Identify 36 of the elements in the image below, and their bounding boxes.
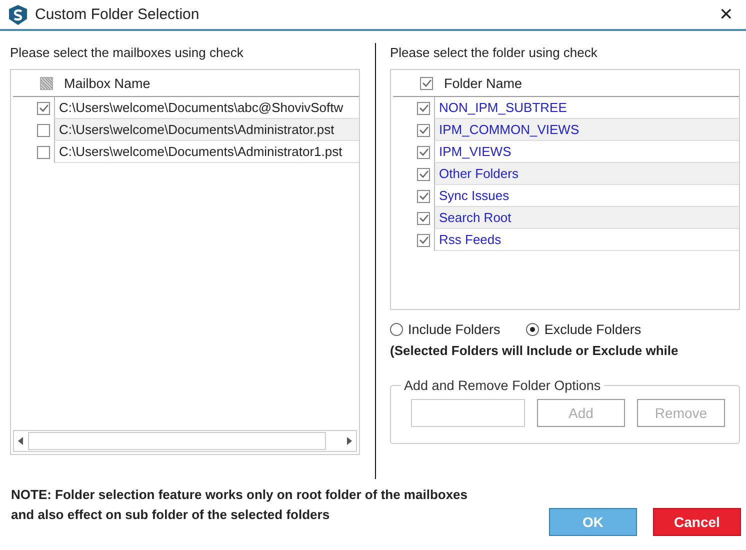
note-text: NOTE: Folder selection feature works only on root folder of the mailboxes bbox=[11, 486, 468, 504]
folder-name[interactable]: Other Folders bbox=[434, 163, 739, 185]
select-all-checkbox[interactable] bbox=[40, 76, 53, 90]
folder-name[interactable]: Search Root bbox=[434, 207, 739, 229]
folder-name[interactable]: Rss Feeds bbox=[434, 229, 739, 251]
mode-note: (Selected Folders will Include or Exclude while bbox=[390, 343, 680, 358]
row-checkbox[interactable] bbox=[417, 146, 430, 158]
folder-name[interactable]: IPM_COMMON_VIEWS bbox=[434, 119, 739, 141]
group-title: Add and Remove Folder Options bbox=[403, 378, 602, 393]
row-checkbox[interactable] bbox=[417, 234, 430, 246]
row-checkbox[interactable] bbox=[417, 102, 430, 114]
radio-circle-icon[interactable] bbox=[390, 323, 403, 336]
radio-circle-icon[interactable] bbox=[526, 323, 540, 336]
mode-radio[interactable]: Include Folders bbox=[390, 322, 500, 337]
note-text: and also effect on sub folder of the selected folders bbox=[11, 506, 331, 524]
row-checkbox[interactable] bbox=[417, 168, 430, 180]
mailbox-instruction: Please select the mailboxes using check bbox=[10, 45, 244, 62]
folder-instruction: Please select the folder using check bbox=[390, 45, 598, 62]
row-checkbox[interactable] bbox=[37, 102, 50, 114]
row-checkbox[interactable] bbox=[37, 146, 50, 158]
row-checkbox[interactable] bbox=[417, 124, 430, 136]
folder-input-field[interactable] bbox=[411, 399, 525, 427]
close-button[interactable]: ✕ bbox=[706, 0, 746, 28]
window-title: Custom Folder Selection bbox=[35, 6, 200, 23]
select-all-checkbox[interactable] bbox=[420, 76, 433, 90]
column-header: Mailbox Name bbox=[64, 76, 150, 90]
row-checkbox[interactable] bbox=[417, 190, 430, 202]
app-logo-icon bbox=[9, 4, 27, 24]
mailbox-path[interactable]: C:\Users\welcome\Documents\Administrator.pst bbox=[54, 119, 359, 141]
column-header: Folder Name bbox=[444, 76, 522, 90]
row-checkbox[interactable] bbox=[37, 124, 50, 136]
row-checkbox[interactable] bbox=[417, 212, 430, 224]
mailbox-path[interactable]: C:\Users\welcome\Documents\Administrator1.pst bbox=[54, 141, 359, 163]
dialog-button[interactable]: Cancel bbox=[653, 508, 741, 536]
horizontal-scrollbar[interactable] bbox=[13, 430, 357, 452]
mode-radio[interactable]: Exclude Folders bbox=[526, 322, 642, 337]
